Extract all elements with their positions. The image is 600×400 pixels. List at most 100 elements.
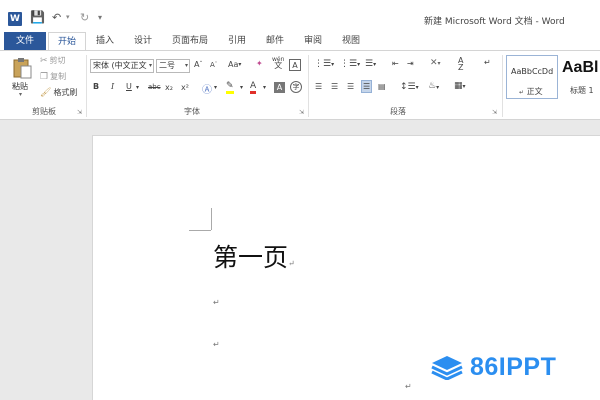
- chinese-layout-button[interactable]: ✕ ▾: [430, 58, 441, 68]
- undo-icon[interactable]: ↶: [52, 9, 61, 25]
- chinese-layout-icon: ✕: [430, 58, 438, 68]
- decrease-indent-icon[interactable]: ⇤: [392, 59, 399, 68]
- paste-icon: [13, 58, 32, 79]
- bold-button[interactable]: B: [93, 82, 99, 91]
- text-effects-icon[interactable]: Ⓐ: [202, 81, 212, 96]
- font-name-value: 宋体 (中文正文: [93, 61, 147, 70]
- character-shading-icon[interactable]: A: [274, 82, 285, 93]
- character-border-icon[interactable]: A: [289, 59, 301, 71]
- sort-icon[interactable]: AZ: [458, 57, 463, 72]
- chevron-down-icon[interactable]: ▾: [149, 60, 152, 72]
- format-painter-button[interactable]: 🖌 格式刷: [40, 87, 77, 98]
- paragraph-group-label: 段落: [390, 107, 406, 116]
- enclose-characters-icon[interactable]: 字: [290, 81, 302, 93]
- redo-icon[interactable]: ↻: [80, 9, 89, 25]
- ribbon-tabs: 文件 开始 插入 设计 页面布局 引用 邮件 审阅 视图: [0, 32, 600, 51]
- increase-indent-icon[interactable]: ⇥: [407, 59, 414, 68]
- layers-icon: [431, 356, 463, 380]
- document-heading[interactable]: 第一页↵: [213, 238, 295, 274]
- word-app-icon[interactable]: W: [8, 12, 22, 26]
- margin-corner-mark: [211, 208, 212, 230]
- superscript-button[interactable]: x²: [181, 83, 189, 92]
- tab-mailings[interactable]: 邮件: [262, 32, 288, 50]
- copy-icon: ❐: [40, 71, 49, 82]
- highlight-button[interactable]: ✎: [226, 81, 234, 94]
- align-left-icon[interactable]: ☰: [315, 82, 322, 91]
- font-color-dropdown-icon[interactable]: ▾: [263, 84, 266, 91]
- phonetic-guide-button[interactable]: wén 文: [272, 57, 284, 70]
- font-color-letter: A: [250, 81, 257, 94]
- separator: [502, 55, 503, 117]
- style-normal-sample: AaBbCcDd: [511, 67, 554, 76]
- highlight-dropdown-icon[interactable]: ▾: [240, 84, 243, 91]
- numbering-button[interactable]: ⋮☰ ▾: [340, 59, 360, 69]
- watermark-logo: 86IPPT: [430, 352, 596, 382]
- shrink-font-button[interactable]: Aˇ: [210, 61, 217, 69]
- save-icon[interactable]: 💾: [30, 9, 45, 25]
- font-dialog-launcher-icon[interactable]: ⇲: [299, 109, 304, 116]
- borders-icon: ▦: [454, 81, 463, 91]
- align-center-icon[interactable]: ☰: [331, 82, 338, 91]
- multilevel-list-button[interactable]: ☰ ▾: [365, 59, 376, 69]
- font-color-button[interactable]: A: [250, 81, 257, 94]
- separator: [86, 55, 87, 117]
- borders-button[interactable]: ▦ ▾: [454, 81, 466, 91]
- tab-view[interactable]: 视图: [338, 32, 364, 50]
- clipboard-dialog-launcher-icon[interactable]: ⇲: [77, 109, 82, 116]
- subscript-button[interactable]: x₂: [165, 83, 173, 92]
- paintbrush-icon: 🖌: [40, 87, 52, 98]
- tab-home[interactable]: 开始: [48, 32, 86, 51]
- numbered-list-icon: ⋮☰: [340, 59, 358, 69]
- line-spacing-button[interactable]: ↕☰ ▾: [400, 82, 419, 92]
- text-effects-dropdown-icon[interactable]: ▾: [214, 84, 217, 91]
- tab-review[interactable]: 审阅: [300, 32, 326, 50]
- bullets-button[interactable]: ⋮☰ ▾: [314, 59, 334, 69]
- underline-dropdown-icon[interactable]: ▾: [136, 84, 139, 91]
- chevron-down-icon[interactable]: ▾: [185, 60, 188, 72]
- paste-dropdown-icon[interactable]: ▾: [19, 91, 22, 98]
- font-group-label: 字体: [184, 107, 200, 116]
- grow-font-button[interactable]: Aˆ: [194, 60, 202, 69]
- style-heading-1-sample: AaBl: [562, 59, 599, 76]
- paragraph-dialog-launcher-icon[interactable]: ⇲: [492, 109, 497, 116]
- font-name-combo[interactable]: 宋体 (中文正文 ▾: [90, 59, 154, 73]
- line-spacing-icon: ↕☰: [400, 82, 416, 92]
- align-right-icon[interactable]: ☰: [347, 82, 354, 91]
- tab-references[interactable]: 引用: [224, 32, 250, 50]
- paragraph-mark: ↵: [405, 382, 412, 391]
- change-case-button[interactable]: Aa ▾: [228, 60, 241, 69]
- shading-button[interactable]: ♨ ▾: [428, 81, 439, 94]
- customize-quick-access-icon[interactable]: ▾: [98, 9, 102, 25]
- strikethrough-button[interactable]: abc: [148, 83, 161, 91]
- font-size-combo[interactable]: 二号 ▾: [156, 59, 190, 73]
- style-heading-1-name: 标题 1: [570, 86, 594, 95]
- bullet-list-icon: ⋮☰: [314, 59, 332, 69]
- tab-page-layout[interactable]: 页面布局: [168, 32, 212, 50]
- justify-icon[interactable]: ☰: [361, 80, 373, 93]
- copy-button[interactable]: ❐ 复制: [40, 71, 66, 82]
- italic-button[interactable]: I: [111, 82, 114, 91]
- clipboard-group-label: 剪贴板: [32, 107, 56, 116]
- tab-file[interactable]: 文件: [4, 32, 46, 50]
- style-normal-name: ↵ 正文: [519, 87, 543, 96]
- tab-insert[interactable]: 插入: [92, 32, 118, 50]
- title-bar: W 💾 ↶ ▾ ↻ ▾ 新建 Microsoft Word 文档 - Word: [0, 0, 600, 32]
- margin-corner-mark: [189, 230, 211, 231]
- distributed-align-icon[interactable]: ▤: [378, 82, 386, 91]
- clear-formatting-icon[interactable]: ✦: [256, 59, 263, 68]
- tab-design[interactable]: 设计: [130, 32, 156, 50]
- watermark-text: 86IPPT: [470, 353, 557, 381]
- show-hide-marks-icon[interactable]: ↵: [484, 58, 491, 67]
- copy-label: 复制: [50, 72, 67, 81]
- paste-button[interactable]: 粘贴 ▾: [8, 55, 36, 101]
- style-heading-1[interactable]: AaBl 标题 1: [558, 55, 600, 99]
- style-normal[interactable]: AaBbCcDd ↵ 正文: [506, 55, 558, 99]
- underline-button[interactable]: U: [126, 82, 132, 91]
- cut-button[interactable]: ✂ 剪切: [40, 55, 66, 66]
- ribbon: 粘贴 ▾ ✂ 剪切 ❐ 复制 🖌 格式刷 剪贴板 ⇲ 宋体 (中文正文 ▾ 二号…: [0, 50, 600, 120]
- paragraph-mark: ↵: [213, 298, 220, 307]
- scissors-icon: ✂: [40, 55, 48, 66]
- undo-dropdown-icon[interactable]: ▾: [66, 9, 70, 25]
- paragraph-mark: ↵: [213, 340, 220, 349]
- multilevel-list-icon: ☰: [365, 59, 374, 69]
